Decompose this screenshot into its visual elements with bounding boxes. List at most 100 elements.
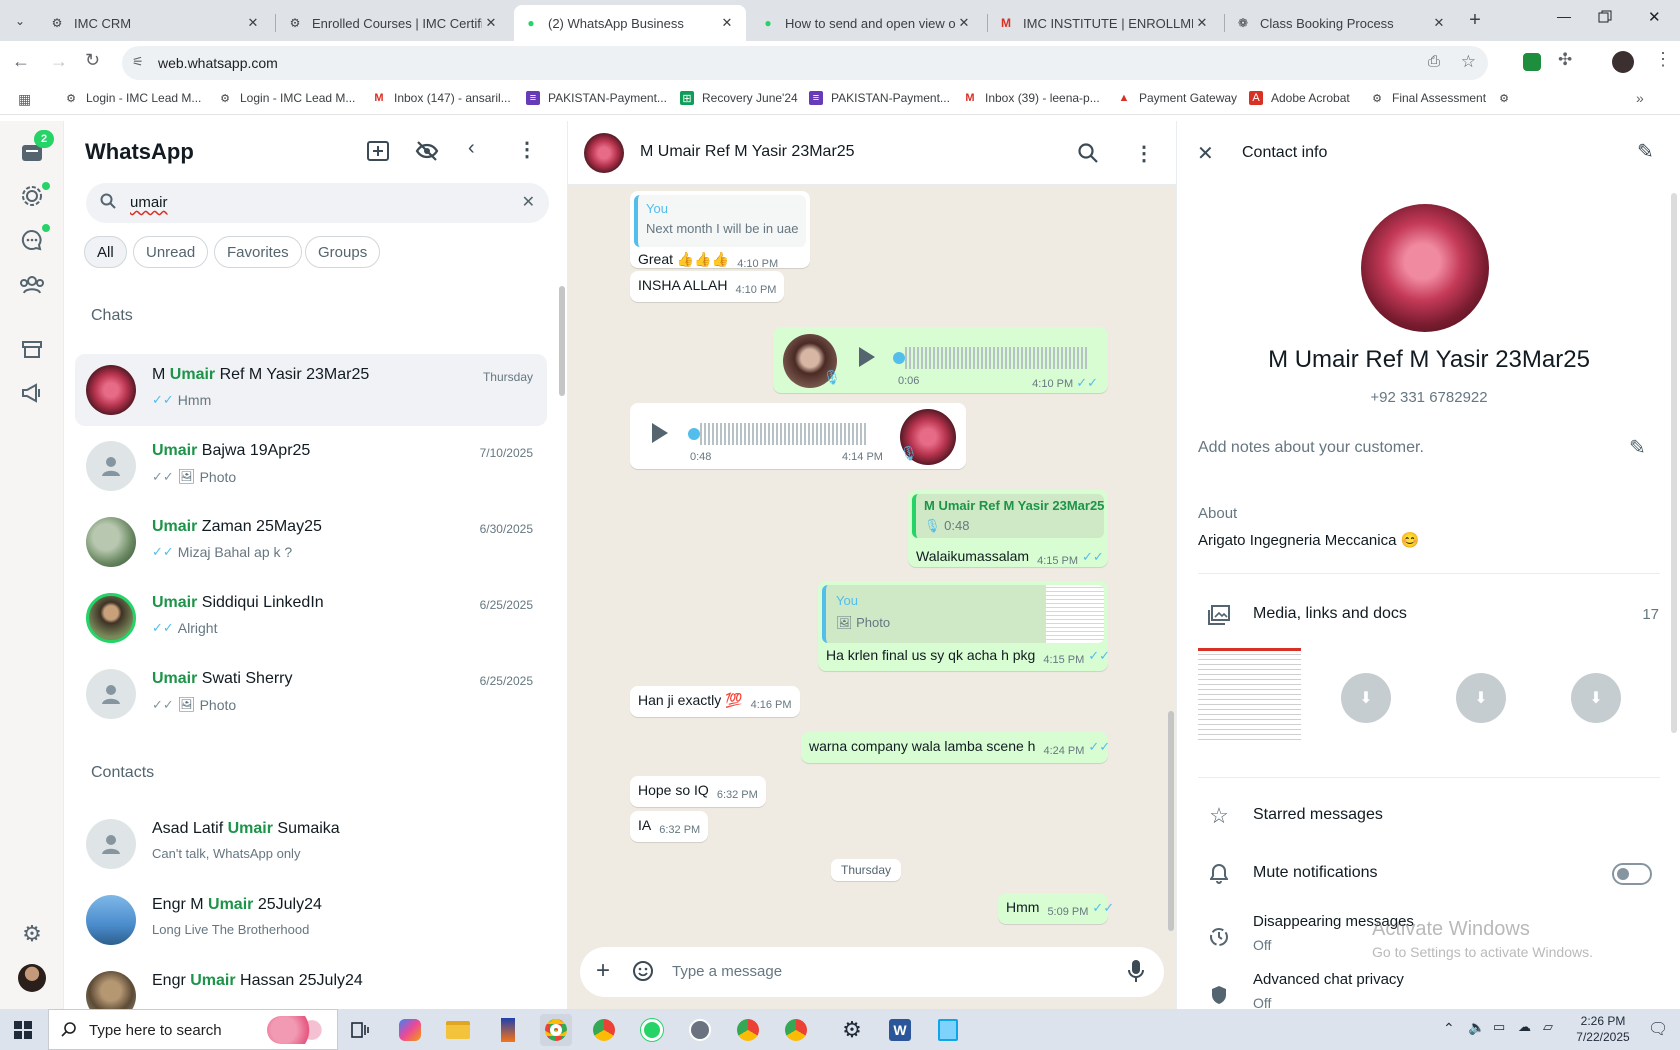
chat-row[interactable]: Umair Siddiqui LinkedIn 6/25/2025 ✓✓ Alri…: [75, 582, 547, 654]
taskbar-clock[interactable]: 2:26 PM 7/22/2025: [1568, 1013, 1638, 1045]
volume-icon[interactable]: 🔈: [1468, 1019, 1485, 1036]
profile-avatar[interactable]: [1612, 51, 1634, 73]
chat-row[interactable]: M Umair Ref M Yasir 23Mar25 Thursday ✓✓ H…: [75, 354, 547, 426]
search-box[interactable]: umair ✕: [86, 183, 549, 223]
contact-profile-photo[interactable]: [1361, 204, 1489, 332]
word-icon[interactable]: W: [884, 1014, 916, 1046]
message-bubble-incoming[interactable]: IA 6:32 PM: [630, 811, 709, 842]
menu-dots-icon[interactable]: ⋮: [517, 137, 537, 162]
message-bubble-outgoing[interactable]: Hmm 5:09 PM ✓✓: [998, 893, 1114, 924]
message-input[interactable]: Type a message: [672, 963, 782, 980]
media-thumbnail[interactable]: [1198, 648, 1301, 744]
message-bubble-incoming[interactable]: INSHA ALLAH 4:10 PM: [630, 271, 785, 302]
bookmark-item[interactable]: ▲ Payment Gateway: [1117, 91, 1238, 105]
close-tab-icon[interactable]: ✕: [1193, 15, 1211, 31]
playhead-dot[interactable]: [893, 352, 905, 364]
notepad-icon[interactable]: [932, 1014, 964, 1046]
voice-message-incoming[interactable]: 0:48 4:14 PM 🎙: [630, 403, 966, 469]
search-input[interactable]: umair: [130, 194, 168, 211]
catalog-nav-icon[interactable]: [18, 335, 46, 363]
chrome-icon[interactable]: [540, 1014, 572, 1046]
close-window-icon[interactable]: ✕: [1648, 8, 1668, 28]
attach-plus-icon[interactable]: +: [596, 957, 610, 985]
chat-row[interactable]: Umair Swati Sherry 6/25/2025 ✓✓ 🖼 Photo: [75, 658, 547, 730]
chrome-icon-3[interactable]: [780, 1014, 812, 1046]
bookmark-item[interactable]: ⚙: [1497, 91, 1519, 105]
bookmark-item[interactable]: ≡ PAKISTAN-Payment...: [526, 91, 667, 105]
filter-all-chip[interactable]: All: [84, 236, 127, 268]
minimize-icon[interactable]: —: [1552, 8, 1576, 32]
menu-dots-icon[interactable]: ⋮: [1134, 141, 1154, 166]
playhead-dot[interactable]: [688, 428, 700, 440]
tab-whatsapp-business[interactable]: ● (2) WhatsApp Business ✕: [514, 5, 746, 41]
settings-gear-icon[interactable]: ⚙: [18, 920, 46, 948]
tab-enrolled-courses[interactable]: ⚙ Enrolled Courses | IMC Certifica ✕: [278, 5, 510, 41]
filter-groups-chip[interactable]: Groups: [305, 236, 381, 268]
mute-notifications-row[interactable]: Mute notifications: [1177, 854, 1680, 894]
file-explorer-icon[interactable]: [442, 1014, 474, 1046]
download-icon[interactable]: ⬇: [1341, 673, 1391, 723]
quoted-message[interactable]: You 🖼 Photo: [822, 585, 1104, 643]
play-icon[interactable]: [652, 423, 668, 443]
message-bubble-incoming[interactable]: Hope so IQ 6:32 PM: [630, 776, 766, 807]
clear-search-icon[interactable]: ✕: [522, 192, 535, 212]
windows-start-icon[interactable]: [14, 1021, 32, 1044]
back-icon[interactable]: ←: [12, 51, 30, 72]
tab-how-to-send[interactable]: ● How to send and open view on ✕: [751, 5, 983, 41]
close-icon[interactable]: ✕: [1197, 141, 1214, 166]
restore-icon[interactable]: [1598, 10, 1618, 30]
voice-waveform[interactable]: [905, 347, 1087, 369]
play-icon[interactable]: [859, 347, 875, 367]
bookmark-item[interactable]: ⚙ Login - IMC Lead M...: [218, 91, 355, 105]
hide-eye-icon[interactable]: [415, 141, 439, 166]
edit-pencil-icon[interactable]: ✎: [1637, 139, 1654, 164]
advanced-privacy-row[interactable]: Advanced chat privacy Off: [1177, 969, 1680, 1009]
download-icon[interactable]: ⬇: [1571, 673, 1621, 723]
message-bubble-outgoing[interactable]: You 🖼 Photo Ha krlen final us sy qk acha…: [818, 581, 1110, 671]
display-icon[interactable]: ▱: [1543, 1019, 1553, 1035]
chat-list-scrollbar[interactable]: [559, 286, 565, 396]
sticker-icon[interactable]: [632, 960, 654, 987]
extensions-puzzle-icon[interactable]: ✣: [1558, 50, 1572, 70]
tab-class-booking[interactable]: ❁ Class Booking Process ✕: [1226, 5, 1458, 41]
whatsapp-icon[interactable]: [636, 1014, 668, 1046]
chat-row[interactable]: Umair Zaman 25May25 6/30/2025 ✓✓ Mizaj Ba…: [75, 506, 547, 578]
contact-row[interactable]: Asad Latif Umair Sumaika Can't talk, Wha…: [75, 808, 547, 880]
copilot-icon[interactable]: [394, 1014, 426, 1046]
message-bubble-incoming[interactable]: Han ji exactly 💯 4:16 PM: [630, 686, 800, 717]
broadcast-nav-icon[interactable]: [18, 379, 46, 407]
download-icon[interactable]: ⬇: [1456, 673, 1506, 723]
notifications-icon[interactable]: 🗨: [1648, 1019, 1668, 1039]
tab-imc-crm[interactable]: ⚙ IMC CRM ✕: [40, 5, 272, 41]
app-icon-orange[interactable]: [492, 1014, 524, 1046]
media-links-docs-row[interactable]: Media, links and docs 17: [1177, 595, 1680, 635]
communities-nav-icon[interactable]: [18, 271, 46, 299]
network-icon[interactable]: ▭: [1493, 1019, 1505, 1035]
bookmark-star-icon[interactable]: ☆: [1461, 52, 1476, 72]
taskbar-search[interactable]: Type here to search: [48, 1009, 338, 1050]
new-chat-icon[interactable]: [367, 141, 389, 166]
header-avatar[interactable]: [584, 133, 624, 173]
close-tab-icon[interactable]: ✕: [718, 15, 736, 31]
notes-edit-icon[interactable]: ✎: [1629, 435, 1646, 460]
bookmark-item[interactable]: A Adobe Acrobat: [1249, 91, 1350, 105]
close-tab-icon[interactable]: ✕: [482, 15, 500, 31]
filter-favorites-chip[interactable]: Favorites: [214, 236, 302, 268]
starred-messages-row[interactable]: ☆ Starred messages: [1177, 796, 1680, 836]
forward-icon[interactable]: →: [50, 51, 68, 72]
tab-imc-enrollment[interactable]: M IMC INSTITUTE | ENROLLMENT ✕: [989, 5, 1221, 41]
cloud-icon[interactable]: ☁: [1518, 1019, 1531, 1035]
chrome-icon-2[interactable]: [732, 1014, 764, 1046]
site-info-icon[interactable]: ⚟: [132, 54, 144, 70]
filter-unread-chip[interactable]: Unread: [133, 236, 209, 268]
bookmark-item[interactable]: M Inbox (147) - ansaril...: [372, 91, 510, 105]
conversation-header[interactable]: M Umair Ref M Yasir 23Mar25 ⋮: [568, 121, 1176, 185]
bookmark-item[interactable]: M Inbox (39) - leena-p...: [963, 91, 1099, 105]
notes-field[interactable]: Add notes about your customer.: [1198, 439, 1424, 457]
close-tab-icon[interactable]: ✕: [1430, 15, 1448, 31]
contact-row[interactable]: Engr Umair Hassan 25July24: [75, 960, 547, 1009]
new-tab-icon[interactable]: +: [1462, 8, 1488, 34]
clock-app-icon[interactable]: [684, 1014, 716, 1046]
contact-row[interactable]: Engr M Umair 25July24 Long Live The Brot…: [75, 884, 547, 956]
bookmark-item[interactable]: ⚙ Login - IMC Lead M...: [64, 91, 201, 105]
